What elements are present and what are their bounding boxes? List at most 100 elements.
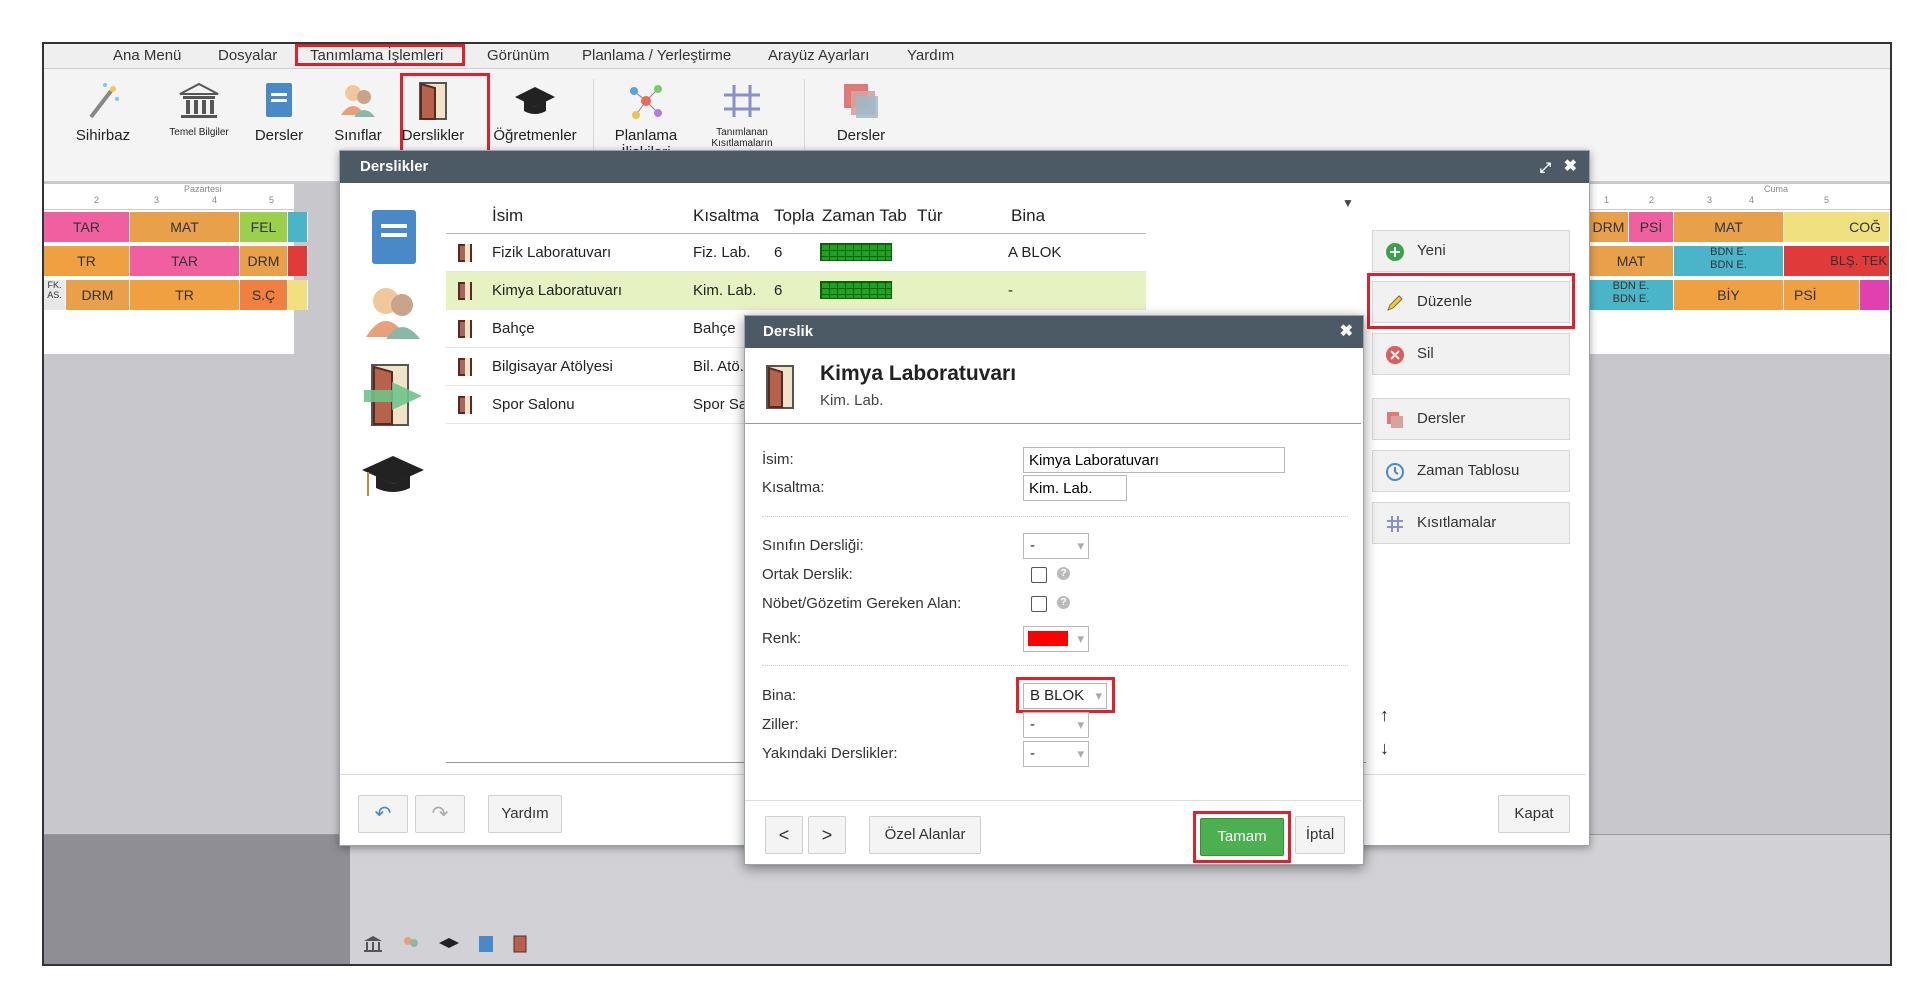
prev-button[interactable]: <	[765, 816, 803, 854]
timetable-cell[interactable]: BDN E. BDN E.	[1589, 280, 1674, 310]
custom-fields-button[interactable]: Özel Alanlar	[869, 816, 981, 854]
timetable-button[interactable]: Zaman Tablosu	[1372, 450, 1570, 492]
day-header-right: Cuma	[1764, 184, 1789, 194]
table-row[interactable]: Fizik Laboratuvarı Fiz. Lab. 6 A BLOK	[446, 234, 1146, 272]
day-header-left: Pazartesi	[184, 184, 222, 194]
ok-button[interactable]: Tamam	[1200, 818, 1284, 856]
timetable-cell[interactable]: PSİ	[1784, 280, 1860, 310]
color-swatch	[1028, 631, 1068, 646]
timetable-cell[interactable]: TR	[130, 280, 240, 310]
door-icon[interactable]	[511, 934, 529, 954]
teachers-button[interactable]: Öğretmenler	[489, 81, 581, 144]
book-icon	[266, 83, 292, 117]
timetable-cell[interactable]: TAR	[130, 246, 240, 276]
timetable-cell[interactable]: DRM	[1589, 212, 1629, 242]
expand-icon[interactable]: ⤢	[1540, 151, 1551, 183]
duty-checkbox[interactable]	[1031, 596, 1047, 612]
menu-files[interactable]: Dosyalar	[218, 47, 277, 64]
class-room-select[interactable]: -	[1023, 533, 1089, 559]
lessons-nav-icon[interactable]	[369, 207, 419, 267]
timetable-cell[interactable]	[1860, 280, 1890, 310]
menu-definitions[interactable]: Tanımlama İşlemleri	[310, 47, 443, 64]
panel-lessons-button[interactable]: Dersler	[1372, 398, 1570, 440]
cancel-button[interactable]: İptal	[1295, 816, 1345, 854]
undo-button[interactable]: ↶	[358, 795, 408, 833]
move-down-icon[interactable]: ↓	[1380, 738, 1389, 759]
help-button[interactable]: Yardım	[488, 795, 562, 833]
delete-button[interactable]: Sil	[1372, 333, 1570, 375]
edit-button[interactable]: Düzenle	[1372, 281, 1570, 323]
lessons-view-button[interactable]: Dersler	[826, 81, 896, 144]
timetable-cell[interactable]: FEL	[240, 212, 288, 242]
timetable-cell[interactable]: PSİ	[1629, 212, 1674, 242]
col-type[interactable]: Tür	[917, 206, 943, 226]
timetable-cell[interactable]	[288, 212, 308, 242]
abbr-label: Kısaltma:	[762, 479, 825, 496]
shared-checkbox[interactable]	[1031, 567, 1047, 583]
classrooms-nav-icon[interactable]	[362, 362, 424, 428]
menu-planning[interactable]: Planlama / Yerleştirme	[582, 47, 731, 64]
timetable-cell[interactable]: DRM	[240, 246, 288, 276]
timetable-cell[interactable]: MAT	[1589, 246, 1674, 276]
col-total[interactable]: Topla	[774, 206, 814, 226]
timetable-cell[interactable]: BLŞ. TEK	[1784, 246, 1890, 276]
abbr-input[interactable]	[1023, 475, 1127, 501]
classes-button[interactable]: Sınıflar	[328, 81, 388, 144]
close-panel-button[interactable]: Kapat	[1498, 795, 1570, 833]
col-building[interactable]: Bina	[1011, 206, 1045, 226]
building-select[interactable]: B BLOK	[1023, 683, 1107, 709]
timetable-cell[interactable]: BDN E. BDN E.	[1674, 246, 1784, 276]
wizard-button[interactable]: Sihirbaz	[72, 81, 134, 144]
menu-interface-settings[interactable]: Arayüz Ayarları	[768, 47, 869, 64]
name-input[interactable]	[1023, 447, 1285, 473]
nearby-select[interactable]: -	[1023, 741, 1089, 767]
graduation-cap-icon[interactable]	[438, 934, 460, 954]
classrooms-button[interactable]: Derslikler	[399, 81, 467, 144]
book-icon[interactable]	[477, 934, 495, 954]
menu-help[interactable]: Yardım	[907, 47, 954, 64]
timetable-cell[interactable]: DRM	[66, 280, 130, 310]
building-columns-icon	[179, 82, 219, 118]
timetable-cell[interactable]	[288, 280, 308, 310]
col-name[interactable]: İsim	[492, 206, 523, 226]
timetable-cell[interactable]: MAT	[130, 212, 240, 242]
redo-button[interactable]: ↷	[415, 795, 465, 833]
move-up-icon[interactable]: ↑	[1380, 705, 1389, 726]
timetable-cell[interactable]: TAR	[44, 212, 130, 242]
name-label: İsim:	[762, 451, 794, 468]
help-icon[interactable]: ?	[1057, 567, 1070, 580]
col-abbr[interactable]: Kısaltma	[693, 206, 759, 226]
timetable-cell[interactable]: COĞ	[1784, 212, 1890, 242]
timetable-cell[interactable]: S.Ç	[240, 280, 288, 310]
constraints-button[interactable]: Kısıtlamalar	[1372, 502, 1570, 544]
bells-select[interactable]: -	[1023, 712, 1089, 738]
timetable-cell[interactable]: FK. AS.	[44, 280, 66, 310]
table-row-selected[interactable]: Kimya Laboratuvarı Kim. Lab. 6 -	[446, 272, 1146, 310]
teachers-nav-icon[interactable]	[360, 452, 426, 502]
column-menu-icon[interactable]: ▼	[1342, 196, 1354, 210]
col-timetable[interactable]: Zaman Tab	[822, 206, 908, 226]
dialog-subheading: Kim. Lab.	[820, 392, 884, 409]
timetable-cell[interactable]: MAT	[1674, 212, 1784, 242]
menu-view[interactable]: Görünüm	[487, 47, 550, 64]
help-icon[interactable]: ?	[1057, 596, 1070, 609]
lessons-button[interactable]: Dersler	[249, 81, 309, 144]
next-button[interactable]: >	[808, 816, 846, 854]
menu-main[interactable]: Ana Menü	[113, 47, 181, 64]
stacked-cards-icon	[844, 84, 878, 118]
close-icon[interactable]: ✖	[1564, 151, 1577, 183]
building-columns-icon[interactable]	[362, 934, 384, 954]
people-icon[interactable]	[400, 934, 422, 954]
classes-nav-icon[interactable]	[362, 281, 424, 343]
row-building: A BLOK	[1008, 244, 1062, 261]
basic-info-button[interactable]: Temel Bilgiler	[159, 81, 239, 138]
new-button[interactable]: Yeni	[1372, 230, 1570, 272]
color-select[interactable]	[1023, 626, 1089, 652]
lower-left-pane	[44, 835, 350, 964]
duty-label: Nöbet/Gözetim Gereken Alan:	[762, 595, 962, 612]
close-icon[interactable]: ✖	[1340, 316, 1353, 348]
timetable-cell[interactable]	[288, 246, 308, 276]
timetable-cell[interactable]: BİY	[1674, 280, 1784, 310]
timetable-cell[interactable]: TR	[44, 246, 130, 276]
teachers-label: Öğretmenler	[493, 127, 577, 144]
